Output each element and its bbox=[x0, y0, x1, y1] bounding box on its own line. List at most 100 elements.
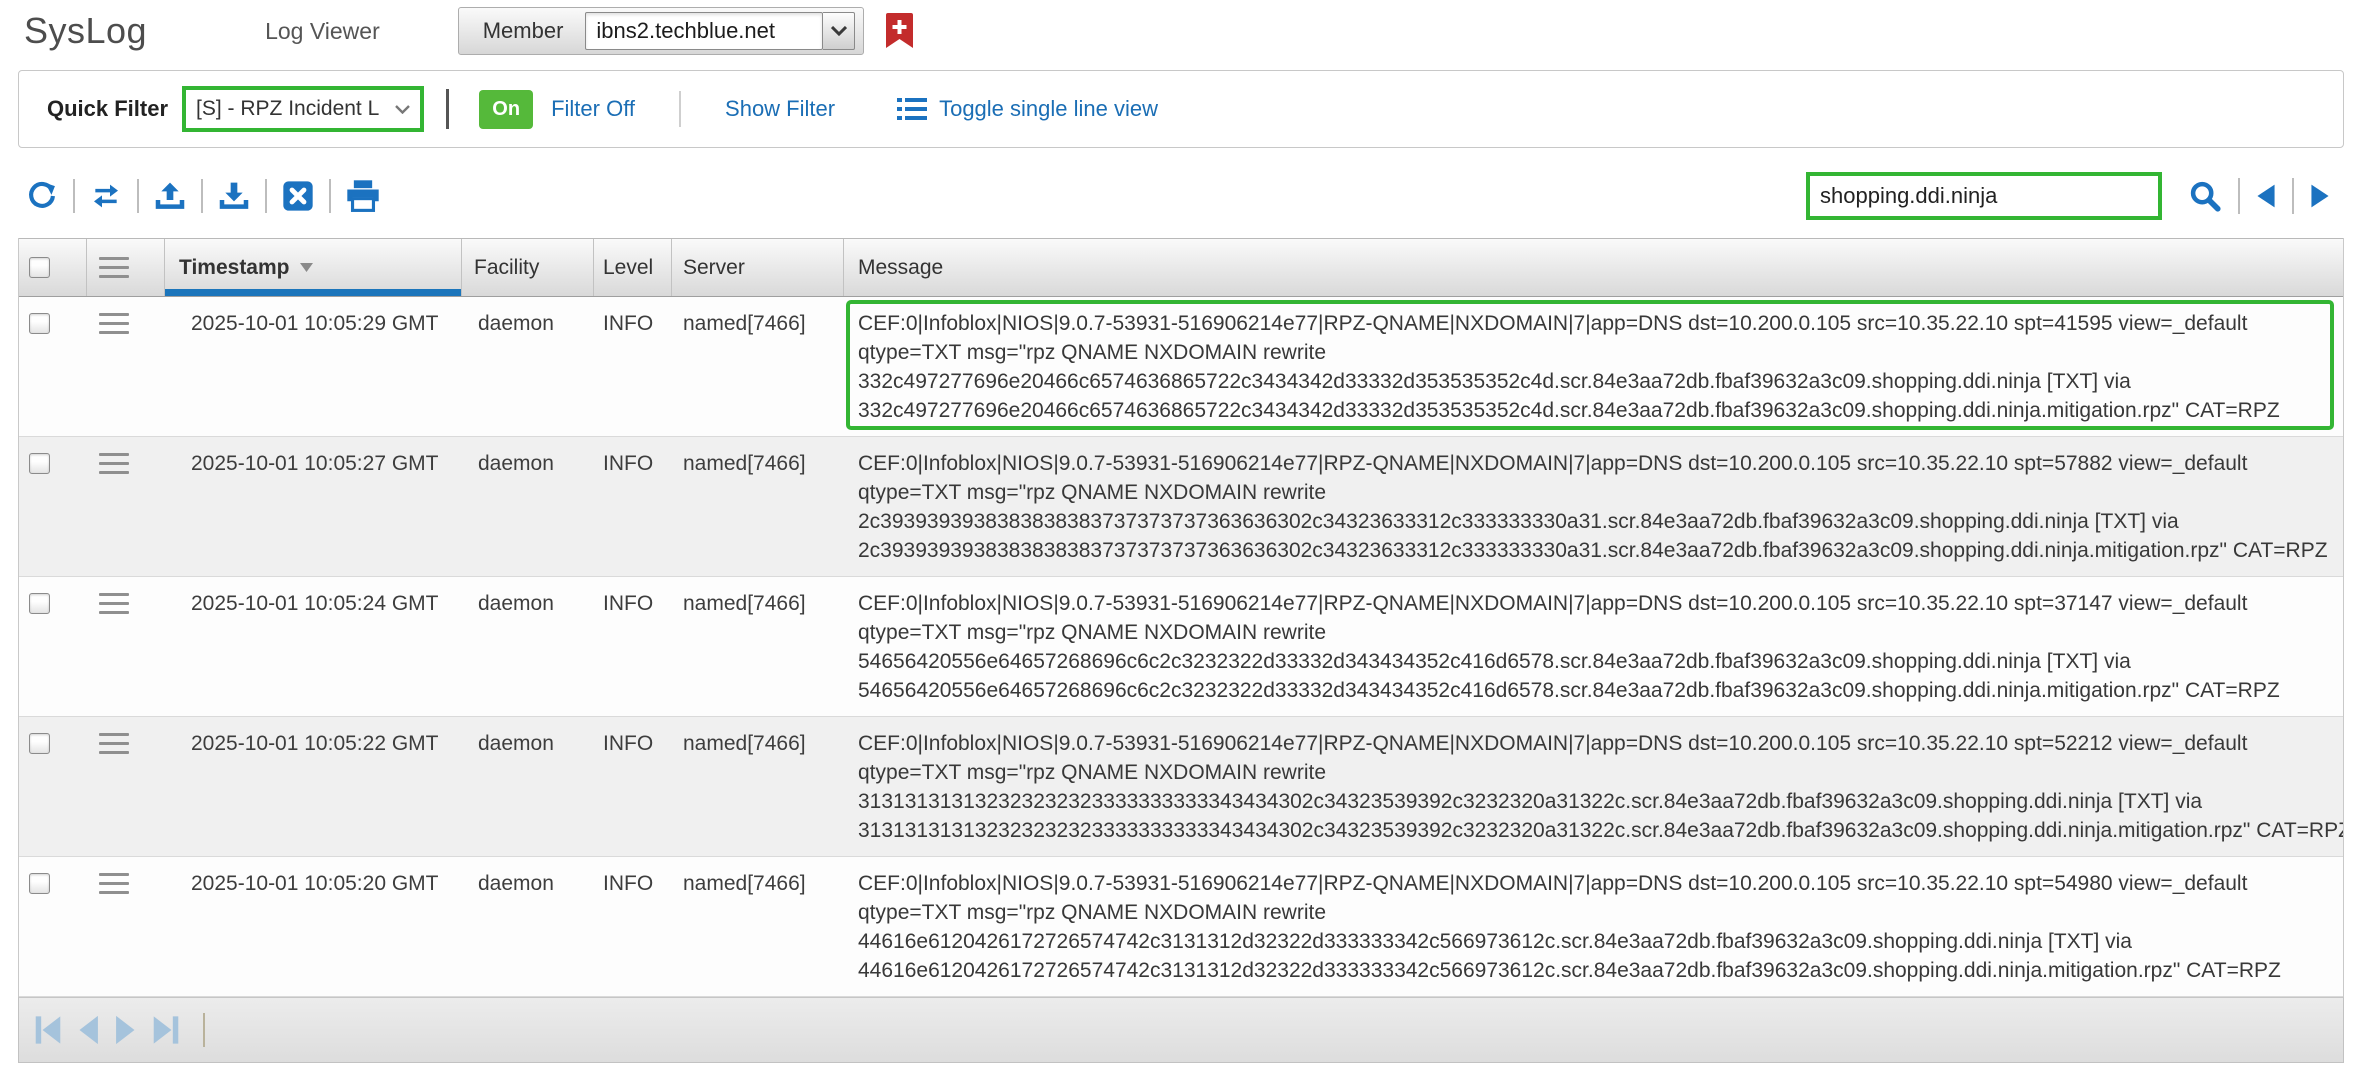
chevron-down-icon bbox=[395, 105, 410, 114]
upload-icon[interactable] bbox=[154, 180, 186, 212]
table-row[interactable]: 2025-10-01 10:05:20 GMT daemon INFO name… bbox=[19, 857, 2343, 997]
message-line: 2c3939393938383838383737373737363636302c… bbox=[858, 507, 2343, 536]
row-checkbox[interactable] bbox=[29, 733, 50, 754]
divider bbox=[329, 179, 331, 213]
row-message-highlighted: CEF:0|Infoblox|NIOS|9.0.7-53931-51690621… bbox=[844, 297, 2343, 436]
filter-toggle-button[interactable]: On bbox=[479, 90, 533, 129]
message-line: 332c497277696e20466c6574636865722c343434… bbox=[858, 396, 2343, 425]
search-icon[interactable] bbox=[2188, 179, 2222, 213]
member-select-value: ibns2.techblue.net bbox=[596, 18, 775, 44]
row-level: INFO bbox=[594, 437, 672, 576]
print-icon[interactable] bbox=[346, 180, 380, 212]
filter-off-link[interactable]: Filter Off bbox=[551, 96, 635, 122]
message-line: CEF:0|Infoblox|NIOS|9.0.7-53931-51690621… bbox=[858, 869, 2343, 898]
quick-filter-value: [S] - RPZ Incident L bbox=[196, 97, 379, 121]
next-page-icon[interactable] bbox=[113, 1013, 139, 1047]
quick-filter-bar: Quick Filter [S] - RPZ Incident L On Fil… bbox=[18, 70, 2344, 148]
column-header-server[interactable]: Server bbox=[672, 239, 844, 296]
row-facility: daemon bbox=[462, 577, 594, 716]
message-line: qtype=TXT msg="rpz QNAME NXDOMAIN rewrit… bbox=[858, 618, 2343, 647]
row-level: INFO bbox=[594, 297, 672, 436]
row-menu-icon[interactable] bbox=[99, 733, 129, 754]
top-bar: SysLog Log Viewer Member ibns2.techblue.… bbox=[0, 0, 2362, 62]
row-timestamp: 2025-10-01 10:05:22 GMT bbox=[165, 717, 462, 856]
message-line: CEF:0|Infoblox|NIOS|9.0.7-53931-51690621… bbox=[858, 309, 2343, 338]
quick-filter-select[interactable]: [S] - RPZ Incident L bbox=[182, 86, 424, 132]
divider bbox=[679, 91, 681, 127]
pagination-bar bbox=[18, 997, 2344, 1063]
table-row[interactable]: 2025-10-01 10:05:29 GMT daemon INFO name… bbox=[19, 297, 2343, 437]
table-header: Timestamp Facility Level Server Message bbox=[19, 238, 2343, 297]
select-all-checkbox[interactable] bbox=[29, 257, 50, 278]
table-menu-icon[interactable] bbox=[99, 257, 129, 278]
clear-filter-icon[interactable] bbox=[282, 180, 314, 212]
row-timestamp: 2025-10-01 10:05:29 GMT bbox=[165, 297, 462, 436]
divider bbox=[73, 179, 75, 213]
divider bbox=[137, 179, 139, 213]
divider bbox=[201, 179, 203, 213]
row-menu-icon[interactable] bbox=[99, 593, 129, 614]
column-header-message[interactable]: Message bbox=[844, 239, 2343, 296]
table-row[interactable]: 2025-10-01 10:05:24 GMT daemon INFO name… bbox=[19, 577, 2343, 717]
message-line: 54656420556e64657268696c6c2c3232322d3333… bbox=[858, 647, 2343, 676]
member-selector-group: Member ibns2.techblue.net bbox=[458, 7, 865, 55]
refresh-icon[interactable] bbox=[26, 180, 58, 212]
message-line: 313131313132323232323333333333343434302c… bbox=[858, 787, 2343, 816]
member-select[interactable]: ibns2.techblue.net bbox=[585, 12, 823, 50]
line-view-icon bbox=[897, 96, 927, 122]
message-line: CEF:0|Infoblox|NIOS|9.0.7-53931-51690621… bbox=[858, 729, 2343, 758]
next-match-icon[interactable] bbox=[2310, 183, 2330, 209]
message-line: qtype=TXT msg="rpz QNAME NXDOMAIN rewrit… bbox=[858, 338, 2343, 367]
row-checkbox[interactable] bbox=[29, 873, 50, 894]
flip-view-icon[interactable] bbox=[90, 181, 122, 211]
row-level: INFO bbox=[594, 857, 672, 996]
message-line: 313131313132323232323333333333343434302c… bbox=[858, 816, 2343, 845]
row-checkbox[interactable] bbox=[29, 453, 50, 474]
last-page-icon[interactable] bbox=[151, 1013, 181, 1047]
show-filter-link[interactable]: Show Filter bbox=[725, 96, 835, 122]
message-line: 44616e6120426172726574742c3131312d32322d… bbox=[858, 927, 2343, 956]
header-menu bbox=[87, 239, 165, 296]
row-message: CEF:0|Infoblox|NIOS|9.0.7-53931-51690621… bbox=[844, 577, 2343, 716]
row-facility: daemon bbox=[462, 717, 594, 856]
prev-match-icon[interactable] bbox=[2256, 183, 2276, 209]
row-level: INFO bbox=[594, 717, 672, 856]
first-page-icon[interactable] bbox=[33, 1013, 63, 1047]
divider bbox=[2238, 178, 2240, 214]
row-timestamp: 2025-10-01 10:05:24 GMT bbox=[165, 577, 462, 716]
row-menu-icon[interactable] bbox=[99, 313, 129, 334]
message-line: qtype=TXT msg="rpz QNAME NXDOMAIN rewrit… bbox=[858, 758, 2343, 787]
message-line: CEF:0|Infoblox|NIOS|9.0.7-53931-51690621… bbox=[858, 449, 2343, 478]
column-header-level[interactable]: Level bbox=[594, 239, 672, 296]
message-line: qtype=TXT msg="rpz QNAME NXDOMAIN rewrit… bbox=[858, 898, 2343, 927]
toggle-single-line-link[interactable]: Toggle single line view bbox=[939, 96, 1158, 122]
column-header-timestamp[interactable]: Timestamp bbox=[165, 239, 462, 296]
row-message: CEF:0|Infoblox|NIOS|9.0.7-53931-51690621… bbox=[844, 857, 2343, 996]
row-server: named[7466] bbox=[672, 717, 844, 856]
message-line: 44616e6120426172726574742c3131312d32322d… bbox=[858, 956, 2343, 985]
row-server: named[7466] bbox=[672, 857, 844, 996]
bookmark-add-icon[interactable] bbox=[886, 13, 913, 49]
syslog-app: SysLog Log Viewer Member ibns2.techblue.… bbox=[0, 0, 2362, 1076]
download-icon[interactable] bbox=[218, 180, 250, 212]
quick-filter-label: Quick Filter bbox=[47, 96, 168, 122]
table-row[interactable]: 2025-10-01 10:05:27 GMT daemon INFO name… bbox=[19, 437, 2343, 577]
chevron-down-icon bbox=[831, 26, 847, 36]
message-line: 2c3939393938383838383737373737363636302c… bbox=[858, 536, 2343, 565]
column-header-facility[interactable]: Facility bbox=[462, 239, 594, 296]
row-menu-icon[interactable] bbox=[99, 453, 129, 474]
prev-page-icon[interactable] bbox=[75, 1013, 101, 1047]
row-checkbox[interactable] bbox=[29, 313, 50, 334]
row-menu-icon[interactable] bbox=[99, 873, 129, 894]
search-input[interactable] bbox=[1806, 172, 2162, 220]
table-row[interactable]: 2025-10-01 10:05:22 GMT daemon INFO name… bbox=[19, 717, 2343, 857]
page-subtitle: Log Viewer bbox=[265, 18, 380, 45]
row-checkbox[interactable] bbox=[29, 593, 50, 614]
sorted-column-indicator bbox=[165, 289, 461, 296]
row-level: INFO bbox=[594, 577, 672, 716]
row-facility: daemon bbox=[462, 437, 594, 576]
divider bbox=[265, 179, 267, 213]
message-line: 332c497277696e20466c6574636865722c343434… bbox=[858, 367, 2343, 396]
member-dropdown-button[interactable] bbox=[823, 12, 855, 50]
row-server: named[7466] bbox=[672, 297, 844, 436]
